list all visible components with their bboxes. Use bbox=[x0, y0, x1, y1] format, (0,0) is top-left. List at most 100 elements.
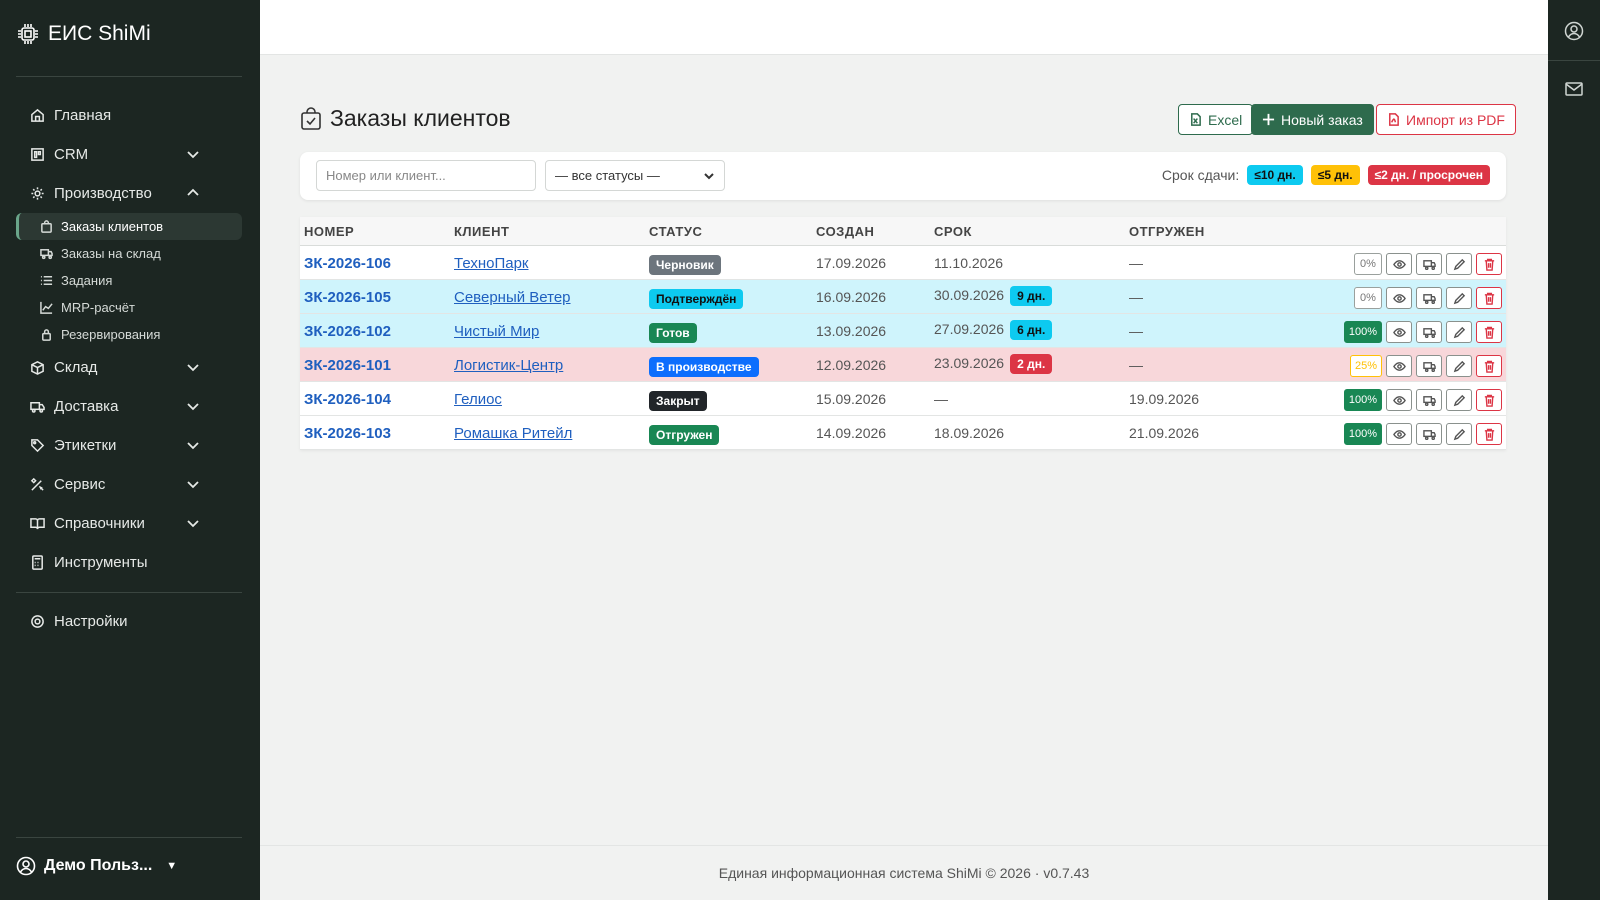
created-date: 17.09.2026 bbox=[816, 255, 887, 271]
edit-button[interactable] bbox=[1446, 355, 1472, 377]
new-order-button[interactable]: Новый заказ bbox=[1251, 104, 1374, 135]
delete-button[interactable] bbox=[1476, 355, 1502, 377]
order-number-link[interactable]: ЗК-2026-102 bbox=[304, 323, 391, 340]
search-input[interactable] bbox=[316, 160, 536, 191]
sidebar-item-home[interactable]: Главная bbox=[16, 96, 242, 135]
profile-icon[interactable] bbox=[1564, 21, 1584, 41]
sidebar-item-mrp[interactable]: MRP-расчёт bbox=[16, 294, 242, 321]
sidebar-item-customer-orders[interactable]: Заказы клиентов bbox=[16, 213, 242, 240]
order-number-link[interactable]: ЗК-2026-104 bbox=[304, 391, 391, 408]
chevron-down-icon[interactable] bbox=[186, 147, 200, 161]
box-icon bbox=[28, 359, 46, 377]
days-left-badge: 9 дн. bbox=[1010, 286, 1053, 306]
delete-button[interactable] bbox=[1476, 321, 1502, 343]
sidebar-item-delivery[interactable]: Доставка bbox=[16, 387, 242, 426]
order-number-link[interactable]: ЗК-2026-101 bbox=[304, 357, 391, 374]
pencil-icon bbox=[1453, 326, 1465, 338]
sidebar-item-references[interactable]: Справочники bbox=[16, 504, 242, 543]
delete-button[interactable] bbox=[1476, 423, 1502, 445]
chevron-down-icon[interactable] bbox=[186, 360, 200, 374]
view-button[interactable] bbox=[1386, 321, 1412, 343]
chevron-down-icon[interactable] bbox=[186, 477, 200, 491]
ship-button[interactable] bbox=[1416, 423, 1442, 445]
ship-button[interactable] bbox=[1416, 287, 1442, 309]
chevron-up-icon[interactable] bbox=[186, 186, 200, 200]
gear-icon bbox=[28, 185, 46, 203]
crm-icon bbox=[28, 146, 46, 164]
ship-button[interactable] bbox=[1416, 321, 1442, 343]
view-button[interactable] bbox=[1386, 253, 1412, 275]
col-due[interactable]: СРОК bbox=[934, 224, 972, 239]
sidebar-item-crm[interactable]: CRM bbox=[16, 135, 242, 174]
tools-icon bbox=[28, 476, 46, 494]
status-badge: Готов bbox=[649, 323, 697, 343]
footer-text: Единая информационная система ShiMi © 20… bbox=[718, 865, 1090, 881]
edit-button[interactable] bbox=[1446, 287, 1472, 309]
sidebar-item-tools[interactable]: Инструменты bbox=[16, 543, 242, 582]
mail-icon[interactable] bbox=[1564, 79, 1584, 99]
client-link[interactable]: Логистик-Центр bbox=[454, 357, 563, 374]
client-link[interactable]: Ромашка Ритейл bbox=[454, 425, 572, 442]
col-num[interactable]: НОМЕР bbox=[304, 224, 354, 239]
import-pdf-button[interactable]: Импорт из PDF bbox=[1376, 104, 1516, 135]
eye-icon bbox=[1392, 293, 1406, 303]
order-number-link[interactable]: ЗК-2026-103 bbox=[304, 425, 391, 442]
table-row[interactable]: ЗК-2026-105 Северный Ветер Подтверждён 1… bbox=[300, 280, 1506, 314]
sidebar-item-labels[interactable]: Этикетки bbox=[16, 426, 242, 465]
chevron-down-icon[interactable] bbox=[186, 399, 200, 413]
ship-button[interactable] bbox=[1416, 253, 1442, 275]
order-number-link[interactable]: ЗК-2026-105 bbox=[304, 289, 391, 306]
table-row[interactable]: ЗК-2026-103 Ромашка Ритейл Отгружен 14.0… bbox=[300, 416, 1506, 450]
col-client[interactable]: КЛИЕНТ bbox=[454, 224, 509, 239]
row-actions: 0% bbox=[1354, 287, 1502, 309]
table-row[interactable]: ЗК-2026-104 Гелиос Закрыт 15.09.2026 — 1… bbox=[300, 382, 1506, 416]
view-button[interactable] bbox=[1386, 423, 1412, 445]
delete-button[interactable] bbox=[1476, 287, 1502, 309]
edit-button[interactable] bbox=[1446, 253, 1472, 275]
sidebar-item-warehouse[interactable]: Склад bbox=[16, 348, 242, 387]
view-button[interactable] bbox=[1386, 389, 1412, 411]
view-button[interactable] bbox=[1386, 287, 1412, 309]
legend-badge-10: ≤10 дн. bbox=[1247, 165, 1303, 185]
truck-icon bbox=[1422, 259, 1436, 270]
brand[interactable]: ЕИС ShiMi bbox=[16, 22, 151, 46]
col-status[interactable]: СТАТУС bbox=[649, 224, 702, 239]
ship-button[interactable] bbox=[1416, 355, 1442, 377]
client-link[interactable]: Гелиос bbox=[454, 391, 502, 408]
delete-button[interactable] bbox=[1476, 253, 1502, 275]
client-link[interactable]: Чистый Мир bbox=[454, 323, 539, 340]
chevron-down-icon[interactable] bbox=[186, 438, 200, 452]
delete-button[interactable] bbox=[1476, 389, 1502, 411]
edit-button[interactable] bbox=[1446, 321, 1472, 343]
sidebar-item-reservations[interactable]: Резервирования bbox=[16, 321, 242, 348]
sidebar-item-service[interactable]: Сервис bbox=[16, 465, 242, 504]
table-row[interactable]: ЗК-2026-106 ТехноПарк Черновик 17.09.202… bbox=[300, 246, 1506, 280]
orders-table: НОМЕР КЛИЕНТ СТАТУС СОЗДАН СРОК ОТГРУЖЕН… bbox=[300, 217, 1506, 450]
col-created[interactable]: СОЗДАН bbox=[816, 224, 874, 239]
view-button[interactable] bbox=[1386, 355, 1412, 377]
user-menu[interactable]: Демо Польз... ▼ bbox=[16, 856, 177, 876]
shipped-date: — bbox=[1129, 255, 1143, 271]
sidebar-item-label: Главная bbox=[54, 107, 112, 124]
chevron-down-icon[interactable] bbox=[186, 516, 200, 530]
sidebar-item-label: Заказы клиентов bbox=[61, 219, 164, 234]
table-row[interactable]: ЗК-2026-102 Чистый Мир Готов 13.09.2026 … bbox=[300, 314, 1506, 348]
shipped-date: — bbox=[1129, 357, 1143, 373]
client-link[interactable]: Северный Ветер bbox=[454, 289, 571, 306]
edit-button[interactable] bbox=[1446, 389, 1472, 411]
eye-icon bbox=[1392, 429, 1406, 439]
client-link[interactable]: ТехноПарк bbox=[454, 255, 529, 272]
edit-button[interactable] bbox=[1446, 423, 1472, 445]
excel-button[interactable]: Excel bbox=[1178, 104, 1254, 135]
col-shipped[interactable]: ОТГРУЖЕН bbox=[1129, 224, 1205, 239]
progress-badge: 100% bbox=[1343, 321, 1382, 343]
footer: Единая информационная система ShiMi © 20… bbox=[260, 845, 1548, 900]
status-select[interactable]: — все статусы — bbox=[545, 160, 725, 191]
sidebar-item-production[interactable]: Производство bbox=[16, 174, 242, 213]
table-row[interactable]: ЗК-2026-101 Логистик-Центр В производств… bbox=[300, 348, 1506, 382]
sidebar-item-warehouse-orders[interactable]: Заказы на склад bbox=[16, 240, 242, 267]
ship-button[interactable] bbox=[1416, 389, 1442, 411]
sidebar-item-tasks[interactable]: Задания bbox=[16, 267, 242, 294]
order-number-link[interactable]: ЗК-2026-106 bbox=[304, 255, 391, 272]
sidebar-item-settings[interactable]: Настройки bbox=[16, 602, 242, 641]
